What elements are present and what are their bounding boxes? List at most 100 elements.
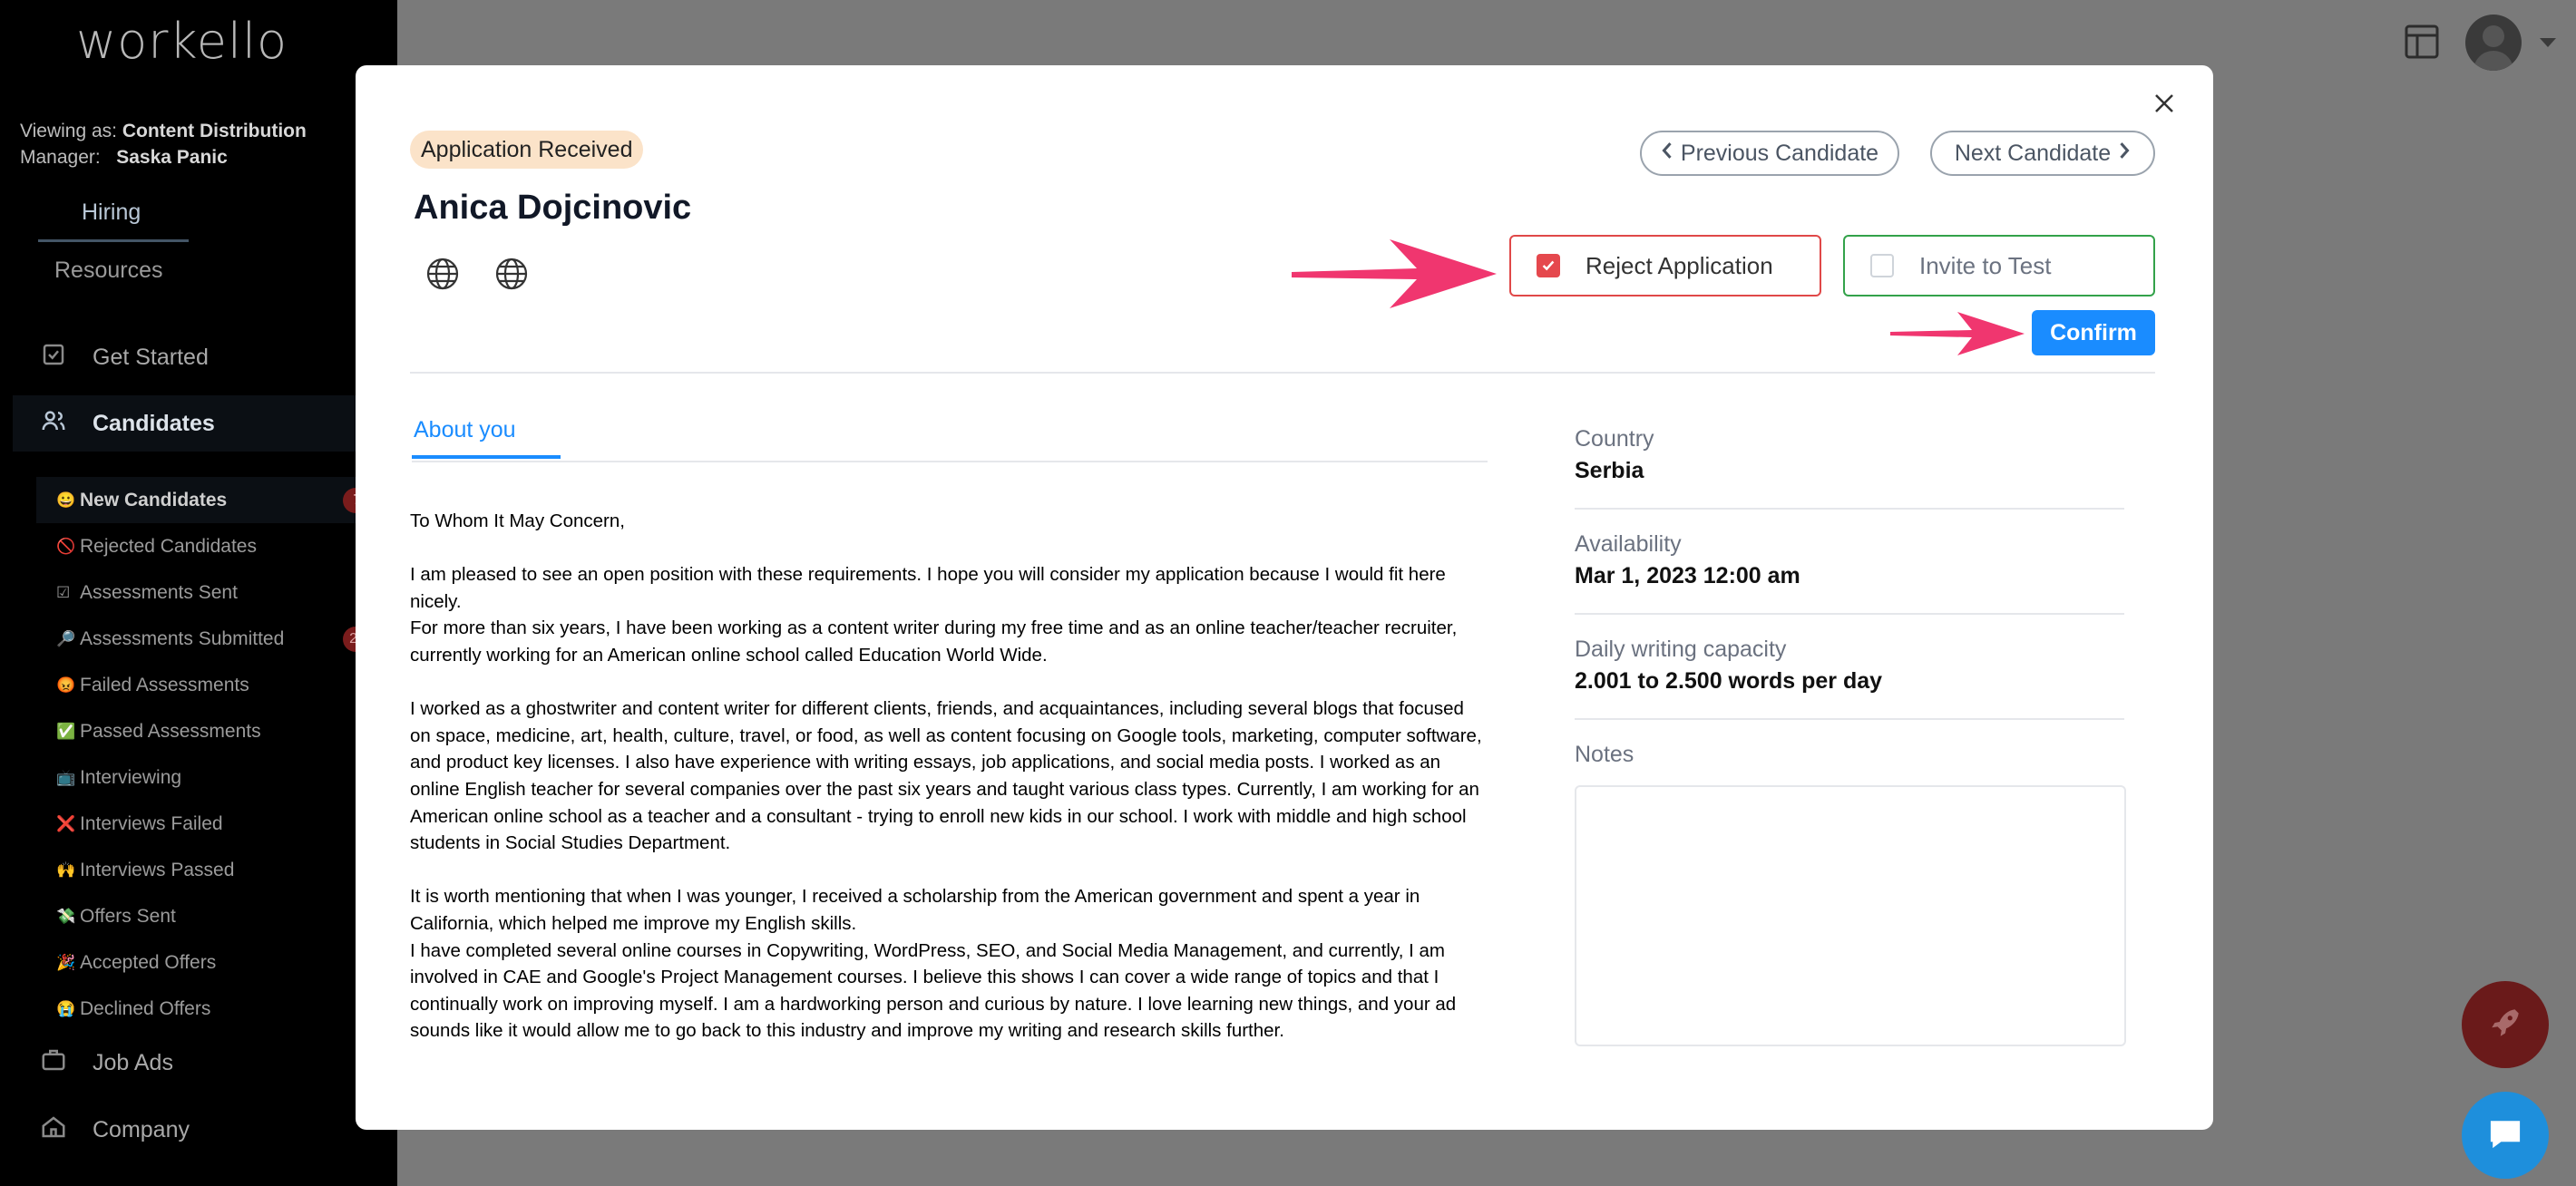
emoji-icon: ✅ — [56, 722, 76, 740]
status-item-interviewing[interactable]: 📺 Interviewing — [36, 754, 381, 801]
tab-resources[interactable]: Resources — [54, 258, 163, 284]
chat-button[interactable] — [2462, 1092, 2549, 1179]
status-item-accepted-offers[interactable]: 🎉 Accepted Offers — [36, 939, 381, 986]
sidebar: workello Viewing as: Content Distributio… — [0, 0, 397, 1186]
tab-hiring-underline — [38, 239, 189, 242]
header-divider — [410, 372, 2155, 374]
next-candidate-button[interactable]: Next Candidate — [1930, 131, 2155, 176]
previous-candidate-button[interactable]: Previous Candidate — [1640, 131, 1899, 176]
tabs-divider — [412, 461, 1488, 462]
sidebar-item-label: Candidates — [93, 410, 215, 436]
chat-icon — [2484, 1113, 2526, 1159]
manager-label: Manager: — [20, 147, 101, 168]
invite-to-test-option[interactable]: Invite to Test — [1843, 235, 2155, 296]
active-tab-underline — [412, 455, 561, 459]
globe-icon[interactable] — [493, 256, 530, 292]
field-label: Notes — [1575, 742, 1634, 767]
field-value: 2.001 to 2.500 words per day — [1575, 668, 1883, 694]
emoji-icon: 🎉 — [56, 953, 76, 971]
rocket-button[interactable] — [2462, 981, 2549, 1068]
chevron-left-icon — [1661, 141, 1673, 167]
home-icon — [40, 1113, 67, 1147]
emoji-icon: 🔎 — [56, 629, 76, 647]
status-item-declined-offers[interactable]: 😭 Declined Offers — [36, 986, 381, 1032]
status-item-label: Rejected Candidates — [80, 535, 257, 557]
notes-field: Notes — [1575, 742, 2124, 768]
globe-icon[interactable] — [424, 256, 461, 292]
previous-candidate-label: Previous Candidate — [1680, 140, 1879, 166]
country-field: Country Serbia — [1575, 426, 2124, 484]
status-item-interviews-passed[interactable]: 🙌 Interviews Passed — [36, 847, 381, 893]
status-item-interviews-failed[interactable]: ❌ Interviews Failed — [36, 801, 381, 847]
status-item-label: Interviewing — [80, 766, 182, 788]
manager-value: Saska Panic — [116, 147, 228, 168]
tab-hiring[interactable]: Hiring — [82, 199, 141, 226]
field-divider — [1575, 718, 2124, 720]
letter-paragraph: It is worth mentioning that when I was y… — [410, 886, 1457, 1042]
sidebar-item-job-ads[interactable]: Job Ads — [40, 1046, 173, 1080]
invite-checkbox[interactable] — [1870, 254, 1894, 277]
field-value: Serbia — [1575, 458, 1644, 483]
emoji-icon: 📺 — [56, 768, 76, 786]
status-item-assessments-submitted[interactable]: 🔎Assessments Submitted28 — [36, 616, 381, 662]
app-logo[interactable]: workello — [76, 13, 288, 70]
status-item-new-candidates[interactable]: 😀New Candidates7 — [36, 477, 381, 523]
letter-paragraph: I am pleased to see an open position wit… — [410, 564, 1458, 666]
emoji-icon: ☑ — [56, 583, 71, 601]
field-label: Country — [1575, 426, 1654, 452]
sidebar-item-label: Job Ads — [93, 1050, 173, 1075]
sidebar-item-candidates[interactable]: Candidates — [13, 395, 397, 452]
sidebar-item-label: Get Started — [93, 345, 209, 370]
checklist-icon — [40, 341, 67, 374]
sidebar-item-get-started[interactable]: Get Started — [40, 341, 209, 374]
status-badge: Application Received — [410, 131, 644, 169]
status-item-offers-sent[interactable]: 💸 Offers Sent — [36, 893, 381, 939]
status-item-label: Declined Offers — [80, 997, 211, 1019]
close-icon[interactable] — [2150, 89, 2179, 118]
emoji-icon: 🙌 — [56, 860, 76, 879]
field-label: Availability — [1575, 531, 1682, 557]
emoji-icon: 😀 — [56, 491, 76, 509]
next-candidate-label: Next Candidate — [1954, 140, 2112, 166]
field-label: Daily writing capacity — [1575, 637, 1787, 662]
sidebar-item-company[interactable]: Company — [40, 1113, 190, 1147]
briefcase-icon — [40, 1046, 67, 1080]
user-avatar[interactable] — [2465, 15, 2522, 71]
field-divider — [1575, 508, 2124, 510]
chevron-right-icon — [2118, 141, 2131, 167]
cover-letter: To Whom It May Concern, I am pleased to … — [410, 508, 1489, 1071]
annotation-arrow — [1890, 312, 2025, 355]
emoji-icon: 🚫 — [56, 537, 76, 555]
reject-checkbox[interactable] — [1537, 254, 1560, 277]
notes-textarea[interactable] — [1575, 785, 2126, 1046]
letter-paragraph: To Whom It May Concern, — [410, 510, 625, 531]
sidebar-item-label: Company — [93, 1117, 190, 1142]
chevron-down-icon[interactable] — [2540, 38, 2556, 47]
rocket-icon — [2486, 1004, 2524, 1046]
status-item-label: New Candidates — [80, 489, 228, 510]
status-item-label: Failed Assessments — [80, 674, 249, 695]
viewing-as-info: Viewing as: Content Distribution Manager… — [20, 118, 307, 170]
viewing-label: Viewing as: — [20, 121, 118, 141]
field-value: Mar 1, 2023 12:00 am — [1575, 563, 1800, 588]
emoji-icon: ❌ — [56, 814, 76, 832]
reject-application-label: Reject Application — [1586, 251, 1773, 279]
status-item-label: Interviews Failed — [80, 812, 223, 834]
viewing-value: Content Distribution — [122, 121, 307, 141]
users-icon — [40, 407, 67, 441]
letter-paragraph: I worked as a ghostwriter and content wr… — [410, 698, 1482, 854]
status-item-passed-assessments[interactable]: ✅ Passed Assessments — [36, 708, 381, 754]
tab-about-you[interactable]: About you — [414, 417, 516, 443]
candidate-name: Anica Dojcinovic — [414, 189, 692, 227]
candidate-modal: Application Received Anica Dojcinovic Pr… — [356, 65, 2213, 1130]
layout-icon[interactable] — [2404, 24, 2440, 60]
annotation-arrow — [1292, 239, 1497, 308]
status-item-label: Assessments Sent — [80, 581, 238, 603]
status-item-rejected-candidates[interactable]: 🚫 Rejected Candidates — [36, 523, 381, 569]
availability-field: Availability Mar 1, 2023 12:00 am — [1575, 531, 2124, 589]
status-item-failed-assessments[interactable]: 😡 Failed Assessments — [36, 662, 381, 708]
status-item-assessments-sent[interactable]: ☑ Assessments Sent — [36, 569, 381, 616]
field-divider — [1575, 613, 2124, 615]
confirm-button[interactable]: Confirm — [2032, 310, 2155, 355]
reject-application-option[interactable]: Reject Application — [1509, 235, 1821, 296]
